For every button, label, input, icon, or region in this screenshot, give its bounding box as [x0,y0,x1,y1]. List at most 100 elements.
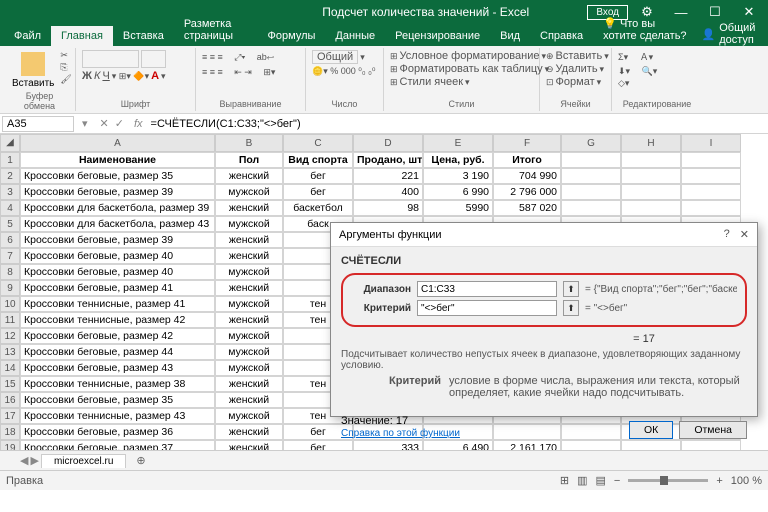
prev-sheet-icon[interactable]: ◀ [20,454,28,467]
cell[interactable]: баскетбол [283,200,353,216]
table-header[interactable]: Вид спорта [283,152,353,168]
cell[interactable]: мужской [215,216,283,232]
cell[interactable]: Кроссовки беговые, размер 35 [20,168,215,184]
cell[interactable]: Кроссовки для баскетбола, размер 39 [20,200,215,216]
select-all[interactable]: ◢ [0,134,20,152]
add-sheet-icon[interactable]: ⊕ [128,454,153,467]
col-header[interactable]: E [423,134,493,152]
row-header[interactable]: 10 [0,296,20,312]
view-page-icon[interactable]: ▥ [577,474,587,487]
formula-input[interactable]: =СЧЁТЕСЛИ(C1:C33;"<>бег") [147,118,768,130]
zoom-level[interactable]: 100 % [731,475,762,487]
collapse-icon[interactable]: ⬆ [563,281,579,297]
table-header[interactable]: Пол [215,152,283,168]
cancel-button[interactable]: Отмена [679,421,747,439]
cell[interactable]: Кроссовки беговые, размер 40 [20,248,215,264]
tab-view[interactable]: Вид [490,26,530,46]
cell[interactable]: Кроссовки беговые, размер 35 [20,392,215,408]
collapse-icon[interactable]: ⬆ [563,300,579,316]
painter-icon[interactable]: 🖌 [60,74,71,85]
row-header[interactable]: 11 [0,312,20,328]
dialog-close-icon[interactable]: ✕ [740,228,749,241]
zoom-slider[interactable] [628,479,708,482]
row-header[interactable]: 3 [0,184,20,200]
table-header[interactable]: Итого [493,152,561,168]
close-icon[interactable]: ✕ [734,4,764,20]
cell[interactable]: 2 796 000 [493,184,561,200]
cell-styles[interactable]: ⊞ Стили ячеек▾ [390,76,470,88]
tab-layout[interactable]: Разметка страницы [174,14,258,46]
table-header[interactable]: Продано, шт. [353,152,423,168]
copy-icon[interactable]: ⎘ [60,62,71,73]
cut-icon[interactable]: ✂ [60,50,71,61]
row-header[interactable]: 13 [0,344,20,360]
cell[interactable]: мужской [215,360,283,376]
row-header[interactable]: 15 [0,376,20,392]
row-header[interactable]: 17 [0,408,20,424]
cell[interactable]: Кроссовки теннисные, размер 41 [20,296,215,312]
cell[interactable]: 400 [353,184,423,200]
cond-format[interactable]: ⊞ Условное форматирование▾ [390,50,546,62]
col-header[interactable]: I [681,134,741,152]
row-header[interactable]: 6 [0,232,20,248]
cell[interactable]: Кроссовки беговые, размер 43 [20,360,215,376]
cell[interactable]: Кроссовки беговые, размер 39 [20,184,215,200]
cell[interactable]: женский [215,312,283,328]
cell[interactable]: 704 990 [493,168,561,184]
cell[interactable]: мужской [215,184,283,200]
view-normal-icon[interactable]: ⊞ [560,474,569,487]
cell[interactable]: женский [215,392,283,408]
col-header[interactable]: C [283,134,353,152]
row-header[interactable]: 19 [0,440,20,450]
cell[interactable]: Кроссовки теннисные, размер 43 [20,408,215,424]
row-header[interactable]: 8 [0,264,20,280]
cell[interactable]: Кроссовки для баскетбола, размер 43 [20,216,215,232]
tab-review[interactable]: Рецензирование [385,26,490,46]
cell[interactable]: 3 190 [423,168,493,184]
maximize-icon[interactable]: ☐ [700,4,730,20]
cell[interactable]: 6 990 [423,184,493,200]
cell[interactable]: Кроссовки теннисные, размер 42 [20,312,215,328]
table-header[interactable]: Цена, руб. [423,152,493,168]
row-header[interactable]: 12 [0,328,20,344]
dropdown-icon[interactable]: ▾ [82,117,88,130]
format-cells[interactable]: ⊡ Формат▾ [546,76,601,88]
cell[interactable]: мужской [215,328,283,344]
view-break-icon[interactable]: ▤ [596,474,606,487]
insert-cells[interactable]: ⊕ Вставить▾ [546,50,609,62]
cancel-formula-icon[interactable]: ✕ [100,117,109,130]
cell[interactable]: мужской [215,344,283,360]
range-input[interactable] [417,281,557,297]
cell[interactable]: Кроссовки беговые, размер 42 [20,328,215,344]
accept-formula-icon[interactable]: ✓ [115,117,124,130]
cell[interactable]: женский [215,424,283,440]
name-box[interactable] [2,116,74,132]
cell[interactable]: Кроссовки беговые, размер 44 [20,344,215,360]
sheet-tab[interactable]: microexcel.ru [41,454,126,468]
tab-insert[interactable]: Вставка [113,26,174,46]
cell[interactable]: Кроссовки беговые, размер 40 [20,264,215,280]
cell[interactable]: женский [215,248,283,264]
cell[interactable]: 98 [353,200,423,216]
zoom-in-icon[interactable]: + [716,475,722,487]
table-format[interactable]: ⊞ Форматировать как таблицу▾ [390,63,549,75]
cell[interactable]: Кроссовки беговые, размер 41 [20,280,215,296]
col-header[interactable]: D [353,134,423,152]
cell[interactable]: Кроссовки беговые, размер 39 [20,232,215,248]
paste-button[interactable]: Вставить [10,50,56,91]
tab-data[interactable]: Данные [325,26,385,46]
tab-formulas[interactable]: Формулы [258,26,326,46]
cell[interactable]: бег [283,184,353,200]
cell[interactable]: 221 [353,168,423,184]
cell[interactable]: мужской [215,264,283,280]
col-header[interactable]: B [215,134,283,152]
tab-help[interactable]: Справка [530,26,593,46]
col-header[interactable]: H [621,134,681,152]
cell[interactable]: мужской [215,408,283,424]
tab-file[interactable]: Файл [4,26,51,46]
cell[interactable]: женский [215,440,283,450]
share-button[interactable]: 👤 Общий доступ [702,22,760,46]
row-header[interactable]: 2 [0,168,20,184]
tab-home[interactable]: Главная [51,26,113,46]
criteria-input[interactable] [417,300,557,316]
